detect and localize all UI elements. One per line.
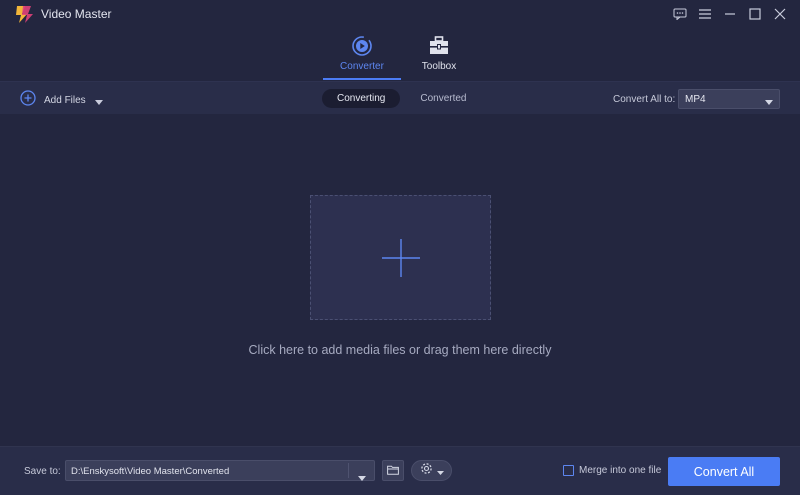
tab-converter[interactable]: Converter bbox=[323, 28, 401, 80]
app-logo-icon bbox=[14, 4, 36, 24]
app-title: Video Master bbox=[41, 7, 112, 21]
convert-all-to-label: Convert All to: bbox=[613, 94, 676, 105]
gear-icon bbox=[420, 462, 433, 480]
title-bar: Video Master bbox=[0, 0, 800, 28]
drop-hint-text: Click here to add media files or drag th… bbox=[248, 343, 552, 357]
tab-converter-label: Converter bbox=[340, 61, 384, 72]
format-value: MP4 bbox=[685, 93, 706, 105]
save-path-value: D:\Enskysoft\Video Master\Converted bbox=[71, 466, 230, 477]
sub-tabs: Converting Converted bbox=[322, 89, 482, 108]
close-icon[interactable] bbox=[767, 4, 792, 24]
add-files-label: Add Files bbox=[44, 95, 86, 106]
main-tabs: Converter Toolbox bbox=[0, 28, 800, 80]
add-media-drop-zone[interactable] bbox=[310, 195, 491, 320]
merge-checkbox[interactable] bbox=[563, 465, 574, 476]
folder-icon bbox=[387, 462, 399, 480]
converter-icon bbox=[350, 35, 374, 57]
tab-converted[interactable]: Converted bbox=[405, 89, 481, 108]
feedback-icon[interactable] bbox=[667, 4, 692, 24]
convert-all-button[interactable]: Convert All bbox=[668, 457, 780, 486]
format-select[interactable]: MP4 bbox=[678, 89, 780, 109]
merge-checkbox-group[interactable]: Merge into one file bbox=[563, 465, 661, 476]
settings-button[interactable] bbox=[411, 460, 452, 481]
open-folder-button[interactable] bbox=[382, 460, 404, 481]
settings-dropdown-icon bbox=[436, 462, 444, 480]
tab-toolbox[interactable]: Toolbox bbox=[400, 28, 478, 80]
plus-icon bbox=[382, 239, 420, 282]
maximize-icon[interactable] bbox=[742, 4, 767, 24]
window-controls bbox=[667, 4, 792, 24]
add-circle-icon bbox=[20, 90, 36, 111]
chevron-down-icon[interactable] bbox=[358, 468, 366, 486]
tab-toolbox-label: Toolbox bbox=[421, 61, 457, 72]
add-files-button[interactable]: Add Files bbox=[20, 90, 103, 111]
chevron-down-icon bbox=[765, 97, 773, 108]
toolbar: Add Files Converting Converted Convert A… bbox=[0, 81, 800, 114]
add-files-dropdown-icon[interactable] bbox=[94, 92, 103, 110]
merge-label: Merge into one file bbox=[579, 465, 662, 476]
tab-converting[interactable]: Converting bbox=[322, 89, 401, 108]
menu-icon[interactable] bbox=[692, 4, 717, 24]
path-divider bbox=[348, 463, 349, 478]
minimize-icon[interactable] bbox=[717, 4, 742, 24]
save-to-label: Save to: bbox=[24, 466, 61, 477]
bottom-bar: Save to: D:\Enskysoft\Video Master\Conve… bbox=[0, 446, 800, 495]
toolbox-icon bbox=[427, 35, 451, 57]
save-path-select[interactable]: D:\Enskysoft\Video Master\Converted bbox=[65, 460, 375, 481]
